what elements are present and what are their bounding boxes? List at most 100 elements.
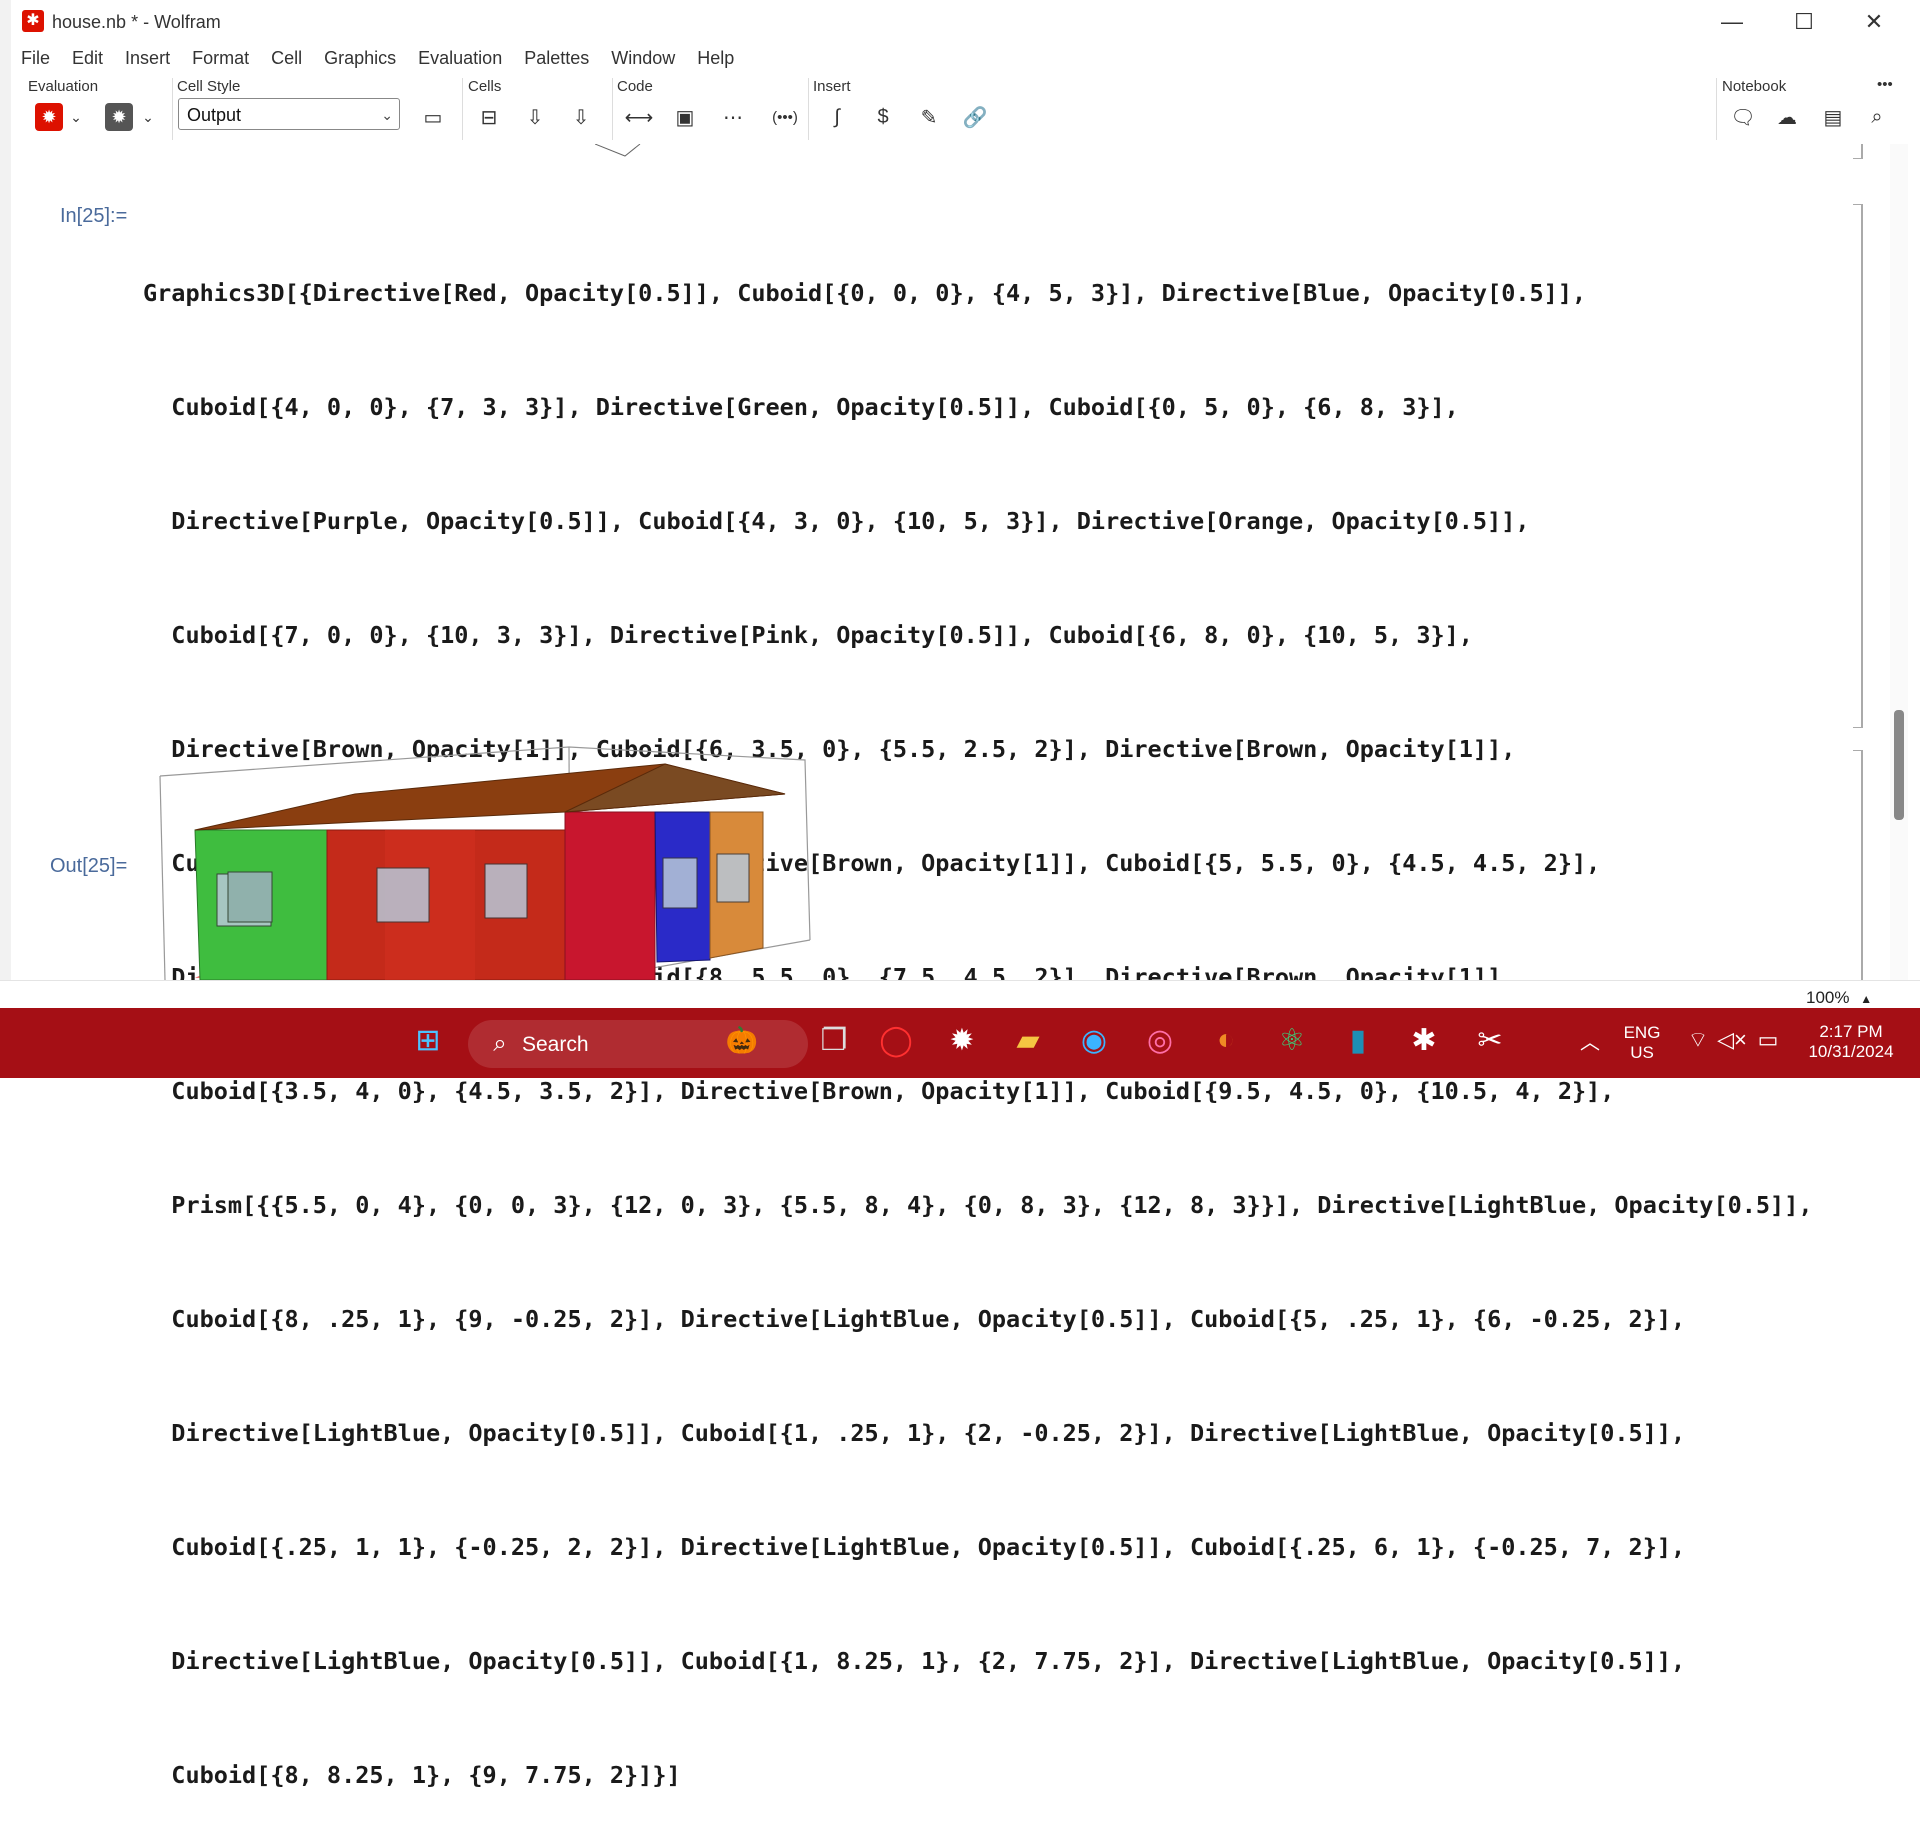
task-view-icon[interactable]: ❐ [812, 1018, 856, 1062]
language-indicator[interactable]: ENG US [1620, 1023, 1664, 1063]
menu-insert[interactable]: Insert [114, 48, 181, 72]
vertical-scrollbar[interactable] [1890, 144, 1908, 1004]
notebook-view-icon[interactable]: ▤ [1816, 100, 1850, 134]
menu-graphics[interactable]: Graphics [313, 48, 407, 72]
zoom-level[interactable]: 100% ▲ [1806, 988, 1872, 1008]
wolfram-icon: ✱ [22, 10, 44, 32]
toolbar-divider [808, 78, 809, 140]
creative-cloud-icon[interactable]: ◎ [1138, 1018, 1182, 1062]
cell-bracket-previous[interactable] [1853, 144, 1863, 159]
notebook-group-label: Notebook [1722, 78, 1787, 95]
wolfram-app-icon[interactable]: ✹ [940, 1018, 984, 1062]
code-line: Cuboid[{8, 8.25, 1}, {9, 7.75, 2}]}] [143, 1761, 681, 1789]
in-cell-icon[interactable]: ⇩ [518, 100, 552, 134]
menu-bar: File Edit Insert Format Cell Graphics Ev… [10, 48, 745, 72]
search-icon: ⌕ [493, 1030, 507, 1057]
edge-icon[interactable]: ◉ [1072, 1018, 1116, 1062]
close-button[interactable]: ✕ [1846, 6, 1902, 38]
window-left-edge [0, 0, 11, 1006]
title-bar: ✱ house.nb * - Wolfram — ☐ ✕ [0, 0, 1920, 44]
snipping-tool-icon[interactable]: ✂ [1468, 1018, 1512, 1062]
code-line: Graphics3D[{Directive[Red, Opacity[0.5]]… [143, 279, 1587, 307]
blender-icon[interactable]: ◐ [1204, 1018, 1248, 1062]
code-line: Cuboid[{7, 0, 0}, {10, 3, 3}], Directive… [143, 621, 1473, 649]
menu-cell[interactable]: Cell [260, 48, 313, 72]
menu-edit[interactable]: Edit [61, 48, 114, 72]
cell-style-select[interactable]: Output ⌄ [178, 98, 400, 130]
minimize-button[interactable]: — [1704, 6, 1760, 38]
maximize-button[interactable]: ☐ [1776, 6, 1832, 38]
graphics3d-output[interactable] [155, 742, 815, 982]
chevron-down-icon: ⌄ [381, 107, 393, 123]
opera-icon[interactable]: ◯ [874, 1018, 918, 1062]
cell-bracket-output[interactable] [1853, 750, 1863, 981]
halloween-pumpkin-icon[interactable]: 🎃 [720, 1018, 764, 1062]
search-placeholder: Search [522, 1033, 589, 1056]
out-cell-icon[interactable]: ⇩ [564, 100, 598, 134]
code-box-icon[interactable]: ▣ [668, 100, 702, 134]
scrollbar-thumb[interactable] [1894, 710, 1904, 820]
toolbar-divider [462, 78, 463, 140]
status-bar [0, 980, 1920, 1009]
clock-time: 2:17 PM [1819, 1022, 1883, 1041]
windows-start-icon[interactable]: ⊞ [406, 1018, 450, 1062]
menu-format[interactable]: Format [181, 48, 260, 72]
code-line: Cuboid[{.25, 1, 1}, {-0.25, 2, 2}], Dire… [143, 1533, 1686, 1561]
cloud-upload-icon[interactable]: ☁ [1770, 100, 1804, 134]
code-line: Directive[LightBlue, Opacity[0.5]], Cubo… [143, 1647, 1686, 1675]
menu-help[interactable]: Help [686, 48, 745, 72]
code-line: Directive[LightBlue, Opacity[0.5]], Cubo… [143, 1419, 1686, 1447]
toolbar-divider [172, 78, 173, 140]
previous-output-fragment [594, 143, 645, 165]
tray-chevron-up-icon[interactable]: ︿ [1568, 1018, 1612, 1062]
notebook-app-icon[interactable]: ▮ [1336, 1018, 1380, 1062]
evaluate-dropdown-chevron-icon[interactable]: ⌄ [66, 100, 86, 134]
code-expand-icon[interactable]: ⟷ [622, 100, 656, 134]
cells-group-label: Cells [468, 78, 502, 95]
code-ellipsis-icon[interactable]: ⋯ [716, 100, 750, 134]
gear-icon: ✹ [35, 103, 63, 131]
mathematica-icon[interactable]: ✱ [1402, 1018, 1446, 1062]
code-group-label: Code [617, 78, 653, 95]
insert-link-icon[interactable]: 🔗 [958, 100, 992, 134]
cell-style-value: Output [187, 105, 242, 125]
output-label: Out[25]= [50, 855, 128, 877]
clock-date: 10/31/2024 [1808, 1042, 1894, 1061]
region-code: US [1630, 1043, 1654, 1062]
cell-style-label: Cell Style [177, 78, 241, 95]
input-label: In[25]:= [60, 205, 128, 227]
clock[interactable]: 2:17 PM 10/31/2024 [1796, 1022, 1906, 1062]
toolbar-divider [612, 78, 613, 140]
window-title: house.nb * - Wolfram [52, 12, 221, 32]
code-template-icon[interactable]: (•••) [762, 100, 808, 134]
comment-icon[interactable]: 🗨 [1726, 100, 1760, 134]
language-code: ENG [1623, 1023, 1661, 1042]
menu-palettes[interactable]: Palettes [513, 48, 600, 72]
pink-wall [564, 811, 656, 981]
search-icon[interactable]: ⌕ [1860, 100, 1894, 134]
previous-graphic-edge [594, 143, 641, 157]
cell-style-apply-icon[interactable]: ▭ [416, 100, 450, 134]
abort-dropdown-chevron-icon[interactable]: ⌄ [138, 100, 158, 134]
menu-window[interactable]: Window [600, 48, 686, 72]
file-explorer-icon[interactable]: ▰ [1006, 1018, 1050, 1062]
battery-icon[interactable]: ▭ [1746, 1018, 1790, 1062]
code-line: Cuboid[{8, .25, 1}, {9, -0.25, 2}], Dire… [143, 1305, 1686, 1333]
menu-evaluation[interactable]: Evaluation [407, 48, 513, 72]
insert-math-icon[interactable]: ∫ [820, 100, 854, 134]
code-line: Cuboid[{4, 0, 0}, {7, 3, 3}], Directive[… [143, 393, 1459, 421]
cell-bracket-input[interactable] [1853, 204, 1863, 728]
toolbar-more-button[interactable]: ••• [1877, 76, 1893, 93]
zoom-arrow-icon: ▲ [1860, 992, 1873, 1006]
abort-button[interactable]: ✹ [102, 100, 136, 134]
zoom-value: 100% [1806, 988, 1850, 1007]
code-line: Prism[{{5.5, 0, 4}, {0, 0, 3}, {12, 0, 3… [143, 1191, 1813, 1219]
cell-group-icon[interactable]: ⊟ [472, 100, 506, 134]
abort-icon: ✹ [105, 103, 133, 131]
insert-drawing-icon[interactable]: ✎ [912, 100, 946, 134]
evaluate-button[interactable]: ✹ [32, 100, 66, 134]
menu-file[interactable]: File [10, 48, 61, 72]
evaluation-group-label: Evaluation [28, 78, 99, 95]
atom-icon[interactable]: ⚛ [1270, 1018, 1314, 1062]
insert-tex-icon[interactable]: $ [866, 100, 900, 134]
